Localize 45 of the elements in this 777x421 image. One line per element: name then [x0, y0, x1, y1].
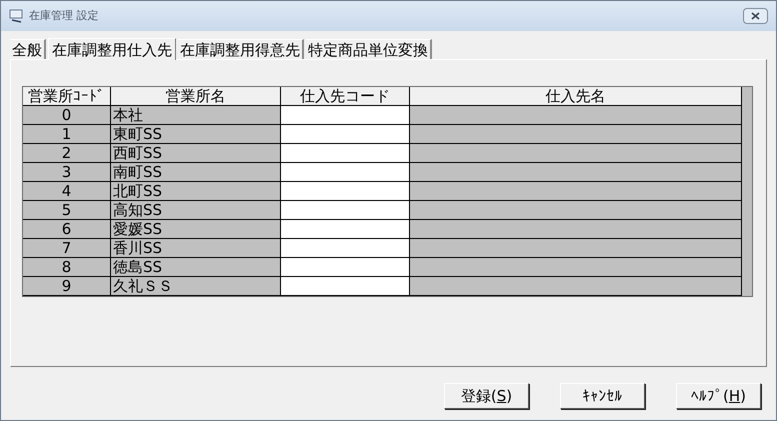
- window-title: 在庫管理 設定: [29, 8, 98, 24]
- supplier-code-field[interactable]: [281, 106, 410, 125]
- close-button[interactable]: [743, 8, 768, 24]
- table-cell: 3: [23, 163, 111, 182]
- supplier-code-field[interactable]: [281, 182, 410, 201]
- supplier-code-field[interactable]: [281, 163, 410, 182]
- tab[interactable]: 在庫調整用仕入先: [48, 38, 176, 60]
- dialog-button[interactable]: ｷｬﾝｾﾙ: [560, 383, 645, 409]
- table-cell: 5: [23, 201, 111, 220]
- column-header: 仕入先名: [410, 87, 742, 106]
- table-cell: 6: [23, 220, 111, 239]
- table-cell: 本社: [111, 106, 281, 125]
- supplier-code-field[interactable]: [281, 277, 410, 296]
- table-cell: 2: [23, 144, 111, 163]
- supplier-code-field[interactable]: [281, 144, 410, 163]
- table-cell: 4: [23, 182, 111, 201]
- supplier-code-field[interactable]: [281, 239, 410, 258]
- tab[interactable]: 全般: [10, 39, 46, 59]
- column-header: 営業所ｺｰﾄﾞ: [23, 87, 111, 106]
- table-cell: 7: [23, 239, 111, 258]
- tab[interactable]: 特定商品単位変換: [306, 39, 432, 59]
- dialog-button[interactable]: 登録(S): [444, 383, 529, 409]
- supplier-code-field[interactable]: [281, 220, 410, 239]
- table-cell: 香川SS: [111, 239, 281, 258]
- table-cell: 0: [23, 106, 111, 125]
- supplier-code-field[interactable]: [281, 258, 410, 277]
- table-cell: 9: [23, 277, 111, 296]
- table-cell: 愛媛SS: [111, 220, 281, 239]
- table-cell: 1: [23, 125, 111, 144]
- column-header: 営業所名: [111, 87, 281, 106]
- supplier-code-field[interactable]: [281, 125, 410, 144]
- app-icon: [9, 9, 25, 23]
- dialog-button[interactable]: ﾍﾙﾌﾟ(H): [676, 383, 761, 409]
- supplier-code-field[interactable]: [281, 201, 410, 220]
- table-cell: 高知SS: [111, 201, 281, 220]
- close-icon: [751, 12, 760, 20]
- table-cell: 北町SS: [111, 182, 281, 201]
- table-cell: 久礼ＳＳ: [111, 277, 281, 296]
- column-header: 仕入先コード: [281, 87, 410, 106]
- table-cell: 東町SS: [111, 125, 281, 144]
- tab[interactable]: 在庫調整用得意先: [178, 39, 304, 59]
- table-cell: 徳島SS: [111, 258, 281, 277]
- table-cell: 南町SS: [111, 163, 281, 182]
- table-cell: 西町SS: [111, 144, 281, 163]
- table-cell: 8: [23, 258, 111, 277]
